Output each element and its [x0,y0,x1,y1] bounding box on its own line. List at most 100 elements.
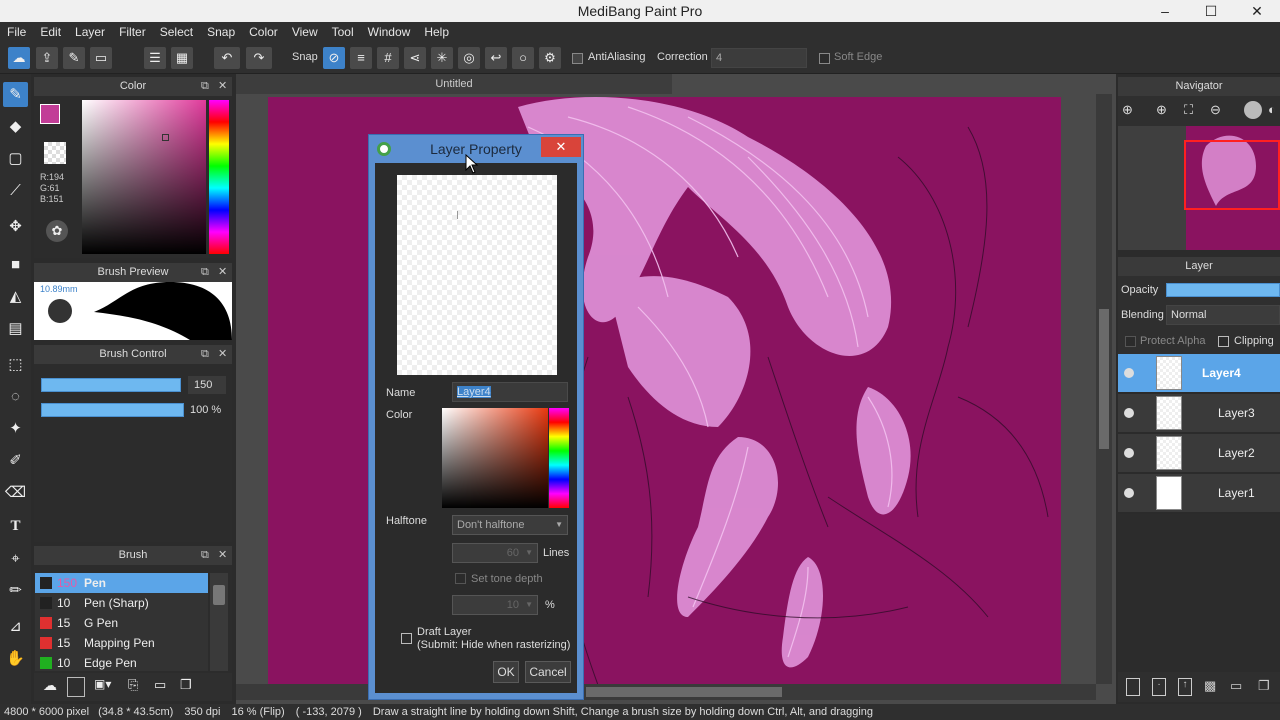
rotate-right-icon[interactable]: ◐ [1268,102,1276,117]
dialog-close-button[interactable]: ✕ [541,137,581,157]
hand-tool-icon[interactable]: ✋ [3,646,28,671]
snap-settings-icon[interactable]: ⚙ [539,47,561,69]
snap-off-icon[interactable]: ⊘ [323,47,345,69]
menu-tool[interactable]: Tool [325,22,361,39]
navigator-viewport-frame[interactable] [1184,140,1280,210]
ok-button[interactable]: OK [493,661,519,683]
brush-copy-icon[interactable]: ❐ [180,677,198,697]
new-halftone-layer-icon[interactable]: · [1152,678,1166,696]
menu-color[interactable]: Color [242,22,285,39]
brush-tool-icon[interactable]: ✎ [3,82,28,107]
close-window-button[interactable]: ✕ [1234,0,1280,22]
layer-name-input[interactable]: Layer4 [452,382,568,402]
snap-radial-icon[interactable]: ✳ [431,47,453,69]
clipping-checkbox[interactable] [1218,336,1229,347]
duplicate-layer-icon[interactable]: ❐ [1258,678,1276,696]
menu-view[interactable]: View [285,22,325,39]
brush-item-mapping-pen[interactable]: 15 Mapping Pen [35,633,208,653]
menu-layer[interactable]: Layer [68,22,112,39]
cancel-button[interactable]: Cancel [525,661,571,683]
snap-concentric-icon[interactable]: ◎ [458,47,480,69]
soft-edge-checkbox[interactable] [819,53,830,64]
brush-item-g-pen[interactable]: 15 G Pen [35,613,208,633]
brush-size-slider[interactable] [41,378,181,392]
brush-size-value[interactable]: 150 [188,376,226,394]
brush-list-scrollbar[interactable] [210,573,228,671]
magic-wand-icon[interactable]: ✦ [3,416,28,441]
lines-input[interactable]: 60 ▼ [452,543,538,563]
add-brush-dropdown-icon[interactable]: ▣▾ [94,677,116,697]
correction-select[interactable]: 4 [711,48,807,68]
undo-icon[interactable]: ↶ [214,47,240,69]
menu-select[interactable]: Select [153,22,200,39]
frame-icon[interactable]: ▭ [90,47,112,69]
snap-parallel-icon[interactable]: ≡ [350,47,372,69]
minimize-button[interactable]: – [1142,0,1188,22]
panel-close-icon[interactable]: ✕ [218,345,227,364]
visibility-icon[interactable] [1124,488,1134,498]
menu-window[interactable]: Window [361,22,418,39]
gradient-tool-icon[interactable]: ▤ [3,316,28,341]
layer-color-box[interactable] [442,408,548,508]
tone-depth-checkbox[interactable] [455,573,466,584]
snap-perspective-icon[interactable]: ⋖ [404,47,426,69]
move-tool-icon[interactable]: ✥ [3,214,28,239]
panel-close-icon[interactable]: ✕ [218,546,227,565]
snap-grid-icon[interactable]: # [377,47,399,69]
document-tab[interactable]: Untitled [236,74,672,94]
palette-icon[interactable]: ✿ [46,220,68,242]
transparent-swatch[interactable] [44,142,66,164]
brush-folder-icon[interactable]: ▭ [154,677,172,697]
navigator-view[interactable] [1118,126,1280,250]
comment-icon[interactable]: ✎ [63,47,85,69]
grid-icon[interactable]: ▦ [171,47,193,69]
antialiasing-checkbox[interactable] [572,53,583,64]
maximize-button[interactable]: ☐ [1188,0,1234,22]
fill-rect-icon[interactable]: ■ [3,252,28,277]
canvas-horizontal-scrollbar[interactable] [236,684,1096,700]
new-layer-icon[interactable] [1126,678,1140,696]
panel-close-icon[interactable]: ✕ [218,77,227,96]
zoom-out-icon[interactable]: ⊖ [1210,102,1221,118]
scrollbar-thumb[interactable] [213,585,225,605]
eyedropper-icon[interactable]: ⊿ [3,614,28,639]
scrollbar-thumb[interactable] [1099,309,1109,449]
text-tool-icon[interactable]: T [3,514,28,539]
layer-row-layer3[interactable]: Layer3 [1118,394,1280,433]
cloud-icon[interactable]: ☁ [8,47,30,69]
visibility-icon[interactable] [1124,368,1134,378]
list-icon[interactable]: ☰ [144,47,166,69]
color-saturation-box[interactable] [82,100,206,254]
new-folder-icon[interactable]: ▭ [1230,678,1248,696]
main-color-swatch[interactable] [40,104,60,124]
halftone-select[interactable]: Don't halftone ▼ [452,515,568,535]
select-tool-icon[interactable]: ⬚ [3,352,28,377]
panel-undock-icon[interactable]: ⧉ [201,77,209,96]
eraser-tool-icon[interactable]: ◆ [3,114,28,139]
fit-window-icon[interactable]: ⛶ [1184,102,1193,118]
tone-percent-input[interactable]: 10 ▼ [452,595,538,615]
panel-undock-icon[interactable]: ⧉ [201,263,209,282]
dot-pen-icon[interactable]: ⟋ [3,178,28,203]
brush-item-pen[interactable]: 150 Pen [35,573,208,593]
lasso-tool-icon[interactable]: ◌ [3,384,28,409]
brush-settings-icon[interactable]: ⎘ [128,677,146,697]
panel-close-icon[interactable]: ✕ [218,263,227,282]
menu-help[interactable]: Help [417,22,456,39]
snap-circle-icon[interactable]: ○ [512,47,534,69]
layer-row-layer4[interactable]: Layer4 [1118,354,1280,393]
canvas-vertical-scrollbar[interactable] [1096,94,1112,684]
new-8bit-layer-icon[interactable]: ↑ [1178,678,1192,696]
snap-curve-icon[interactable]: ↩ [485,47,507,69]
brush-item-edge-pen[interactable]: 10 Edge Pen [35,653,208,671]
select-pen-icon[interactable]: ✐ [3,448,28,473]
panel-undock-icon[interactable]: ⧉ [201,546,209,565]
menu-filter[interactable]: Filter [112,22,153,39]
zoom-fit-icon[interactable]: ⊕ [1122,102,1133,118]
brush-item-pen-sharp[interactable]: 10 Pen (Sharp) [35,593,208,613]
new-tone-layer-icon[interactable]: ▩ [1204,678,1220,696]
blending-select[interactable]: Normal [1166,305,1280,325]
zoom-in-icon[interactable]: ⊕ [1156,102,1167,118]
rotate-icon[interactable] [1244,101,1262,119]
visibility-icon[interactable] [1124,408,1134,418]
